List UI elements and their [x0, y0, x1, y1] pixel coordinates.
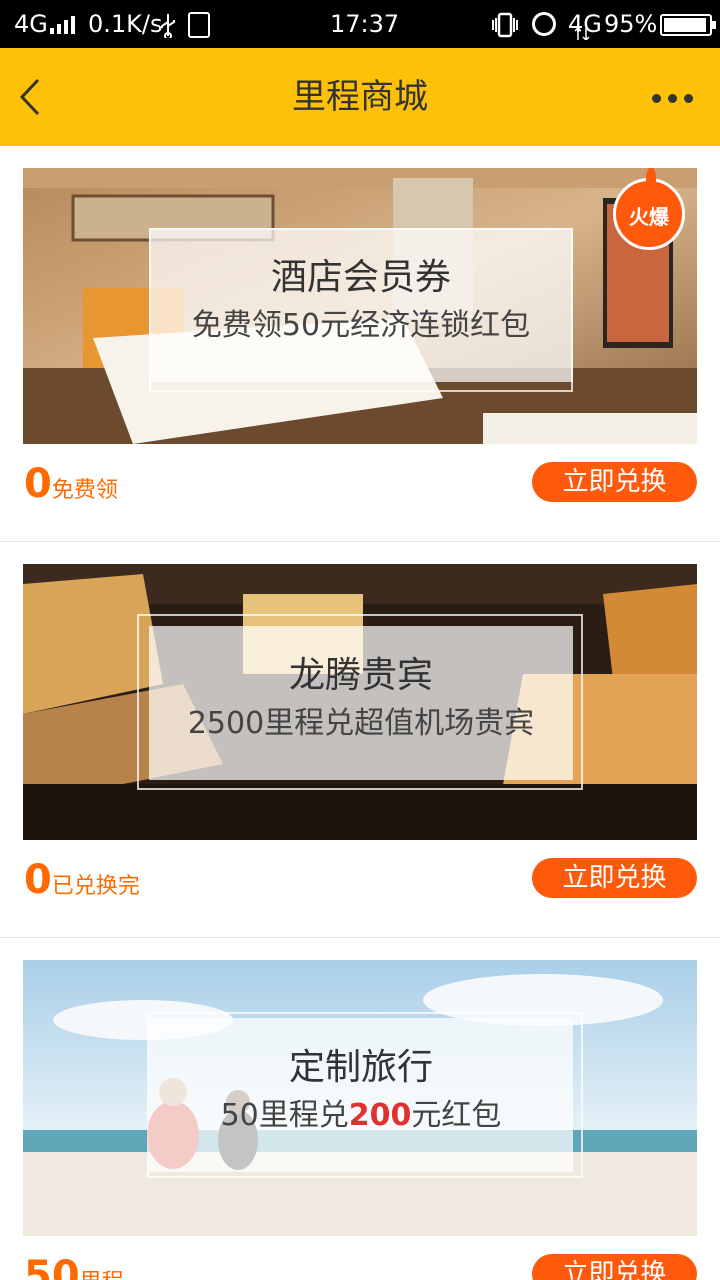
status-bar: 4G 0.1K/s 17:37 4G 95% [0, 0, 720, 48]
more-dots-icon [652, 94, 661, 103]
battery-icon [660, 14, 716, 36]
product-card-lounge[interactable]: 龙腾贵宾 2500里程兑超值机场贵宾 0已兑换完 立即兑换 [0, 542, 720, 938]
banner-caption-box: 龙腾贵宾 2500里程兑超值机场贵宾 [149, 626, 573, 780]
product-card-hotel[interactable]: 酒店会员券 免费领50元经济连锁红包 火爆 0免费领 立即兑换 [0, 146, 720, 542]
travel-banner-image[interactable]: 定制旅行 50里程兑200元红包 [23, 960, 697, 1236]
exchange-button[interactable]: 立即兑换 [532, 1254, 697, 1280]
price-value: 50 [24, 1253, 80, 1280]
price-row: 0免费领 [24, 462, 118, 513]
clock-time: 17:37 [330, 10, 400, 38]
hot-badge: 火爆 [613, 168, 685, 250]
exchange-button[interactable]: 立即兑换 [532, 462, 697, 502]
product-card-travel[interactable]: 定制旅行 50里程兑200元红包 50里程 立即兑换 [0, 938, 720, 1280]
banner-title: 龙腾贵宾 [288, 655, 433, 696]
price-value: 0 [24, 857, 52, 903]
banner-subtitle-prefix: 50里程兑 [220, 1098, 349, 1133]
banner-title: 定制旅行 [288, 1047, 433, 1088]
price-unit: 已兑换完 [51, 874, 140, 899]
usb-icon [161, 14, 175, 38]
banner-subtitle-highlight: 200 [348, 1098, 412, 1133]
apk-icon [188, 12, 210, 38]
exchange-button[interactable]: 立即兑换 [532, 858, 697, 898]
banner-title: 酒店会员券 [270, 257, 451, 298]
network-speed: 0.1K/s [88, 10, 163, 38]
data-activity-icon [574, 28, 590, 40]
hotel-banner-image[interactable]: 酒店会员券 免费领50元经济连锁红包 火爆 [23, 168, 697, 444]
alarm-icon [532, 12, 556, 36]
banner-subtitle: 免费领50元经济连锁红包 [191, 308, 531, 343]
battery-level-fill [664, 18, 706, 32]
nav-bar: 里程商城 [0, 48, 720, 146]
banner-caption-box: 酒店会员券 免费领50元经济连锁红包 [149, 228, 573, 382]
price-unit: 里程 [80, 1270, 124, 1280]
signal-strength-icon [50, 16, 80, 34]
battery-percent: 95% [604, 10, 658, 38]
banner-caption-box: 定制旅行 50里程兑200元红包 [149, 1018, 573, 1172]
network-type-label: 4G [14, 10, 48, 38]
price-row: 50里程 [24, 1254, 124, 1280]
banner-subtitle: 2500里程兑超值机场贵宾 [187, 706, 535, 741]
more-options-button[interactable] [648, 78, 698, 116]
price-unit: 免费领 [51, 478, 118, 503]
price-value: 0 [24, 461, 52, 507]
price-row: 0已兑换完 [24, 858, 140, 909]
lounge-banner-image[interactable]: 龙腾贵宾 2500里程兑超值机场贵宾 [23, 564, 697, 840]
page-title: 里程商城 [292, 77, 428, 117]
vibrate-icon [492, 12, 518, 38]
banner-subtitle-suffix: 元红包 [411, 1098, 502, 1133]
banner-subtitle: 50里程兑200元红包 [149, 1096, 573, 1136]
